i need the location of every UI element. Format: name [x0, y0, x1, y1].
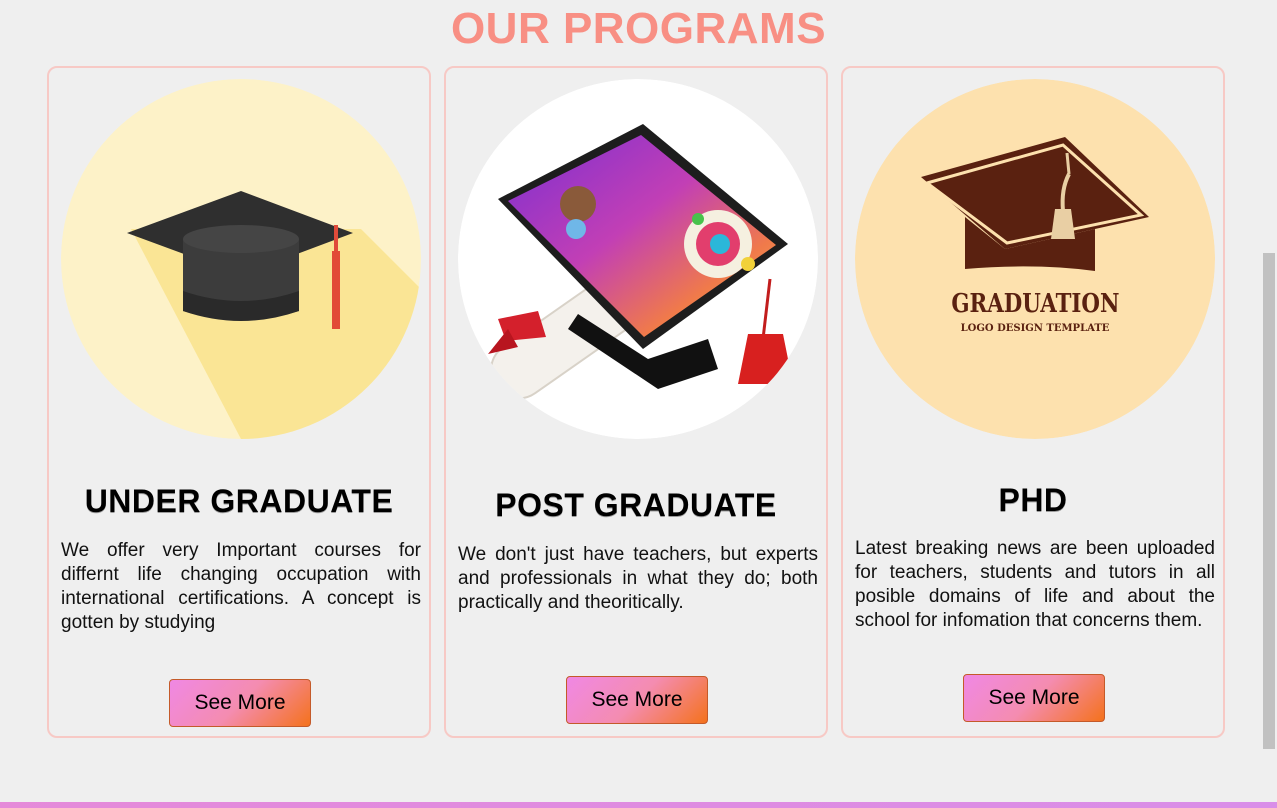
program-card-postgraduate: POST GRADUATE We don't just have teacher…: [444, 66, 828, 738]
logo-subtext: LOGO DESIGN TEMPLATE: [961, 323, 1110, 334]
see-more-button[interactable]: See More: [566, 676, 708, 724]
see-more-button[interactable]: See More: [169, 679, 311, 727]
graduation-logo-icon: GRADUATION LOGO DESIGN TEMPLATE: [855, 79, 1215, 439]
program-card-phd: GRADUATION LOGO DESIGN TEMPLATE PHD Late…: [841, 66, 1225, 738]
program-title: POST GRADUATE: [495, 487, 777, 523]
scrollbar-thumb[interactable]: [1263, 253, 1275, 749]
program-description: We offer very Important courses for diff…: [61, 540, 421, 633]
see-more-button[interactable]: See More: [963, 674, 1105, 722]
graduation-cap-diploma-icon: [458, 79, 818, 439]
program-card-undergraduate: UNDER GRADUATE We offer very Important c…: [47, 66, 431, 738]
program-description: We don't just have teachers, but experts…: [458, 544, 818, 613]
program-title: UNDER GRADUATE: [84, 483, 394, 519]
page: OUR PROGRAMS UNDER GRADUATE We offer ver…: [0, 0, 1277, 808]
program-description: Latest breaking news are been uploaded f…: [855, 538, 1215, 631]
graduation-cap-icon: [61, 79, 421, 439]
footer-accent-bar: [0, 802, 1277, 808]
program-title: PHD: [998, 482, 1068, 518]
logo-text: GRADUATION: [951, 288, 1119, 319]
section-title: OUR PROGRAMS: [450, 4, 827, 53]
